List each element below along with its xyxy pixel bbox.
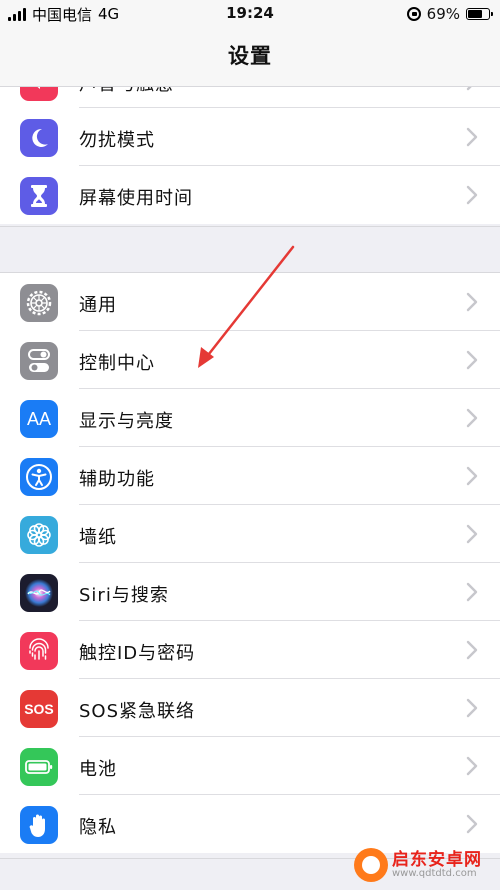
hourglass-icon [20, 177, 58, 215]
battery-status-icon [466, 8, 493, 20]
text-size-glyph: AA [26, 408, 51, 429]
chevron-right-icon [462, 697, 482, 719]
battery-icon [20, 748, 58, 786]
watermark-text: 启东安卓网 www.qdtdtd.com [392, 849, 482, 879]
status-bar: 中国电信 4G 19:24 69% [0, 0, 500, 28]
chevron-right-icon [462, 581, 482, 603]
row-display-brightness[interactable]: AA 显示与亮度 [0, 389, 500, 447]
row-label: 触控ID与密码 [79, 643, 196, 664]
rotation-lock-icon [406, 7, 421, 21]
row-screen-time[interactable]: 屏幕使用时间 [0, 166, 500, 224]
section-spacer [0, 226, 500, 273]
chevron-right-icon [462, 291, 482, 313]
row-emergency-sos[interactable]: SOS SOS紧急联络 [0, 679, 500, 737]
row-do-not-disturb[interactable]: 勿扰模式 [0, 108, 500, 166]
chevron-right-icon [462, 639, 482, 661]
watermark: 启东安卓网 www.qdtdtd.com [354, 845, 494, 885]
chevron-right-icon [462, 184, 482, 206]
row-general[interactable]: 通用 [0, 273, 500, 331]
toggles-icon [20, 342, 58, 380]
sos-icon: SOS [20, 690, 58, 728]
watermark-logo [354, 848, 388, 882]
chevron-right-icon [462, 126, 482, 148]
row-battery[interactable]: 电池 [0, 737, 500, 795]
watermark-name: 启东安卓网 [392, 849, 482, 870]
row-control-center[interactable]: 控制中心 [0, 331, 500, 389]
flower-icon [20, 516, 58, 554]
chevron-right-icon [462, 349, 482, 371]
row-label: Siri与搜索 [79, 585, 169, 606]
fingerprint-icon [20, 632, 58, 670]
status-bar-right: 69% [406, 4, 493, 24]
chevron-right-icon [462, 465, 482, 487]
row-siri-search[interactable]: Siri与搜索 [0, 563, 500, 621]
row-touch-id-passcode[interactable]: 触控ID与密码 [0, 621, 500, 679]
row-wallpaper[interactable]: 墙纸 [0, 505, 500, 563]
accessibility-icon [20, 458, 58, 496]
gear-icon [20, 284, 58, 322]
row-label: 电池 [79, 759, 117, 780]
row-label: 通用 [79, 295, 117, 316]
siri-icon [20, 574, 58, 612]
row-label: 控制中心 [79, 353, 155, 374]
row-label: SOS紧急联络 [79, 701, 196, 722]
battery-fill [468, 10, 482, 18]
chevron-right-icon [462, 523, 482, 545]
hand-icon [20, 806, 58, 844]
chevron-right-icon [462, 407, 482, 429]
sos-glyph: SOS [24, 701, 54, 717]
battery-percent: 69% [426, 5, 460, 23]
page-title: 设置 [228, 44, 272, 68]
row-label: 墙纸 [79, 527, 117, 548]
chevron-right-icon [462, 813, 482, 835]
chevron-right-icon [462, 755, 482, 777]
settings-group-2: 通用 控制中心 AA 显示与亮度 辅助功能 墙纸 Siri与搜索 触控ID与密码… [0, 272, 500, 853]
row-label: 辅助功能 [79, 469, 155, 490]
watermark-url: www.qdtdtd.com [392, 867, 477, 879]
row-label: 屏幕使用时间 [79, 188, 193, 209]
settings-list: 声音与触感 勿扰模式 [0, 0, 500, 890]
row-label: 隐私 [79, 817, 117, 838]
row-label: 勿扰模式 [79, 130, 155, 151]
navigation-bar: 设置 [0, 28, 500, 87]
moon-icon [20, 119, 58, 157]
text-size-icon: AA [20, 400, 58, 438]
row-accessibility[interactable]: 辅助功能 [0, 447, 500, 505]
row-label: 显示与亮度 [79, 411, 174, 432]
